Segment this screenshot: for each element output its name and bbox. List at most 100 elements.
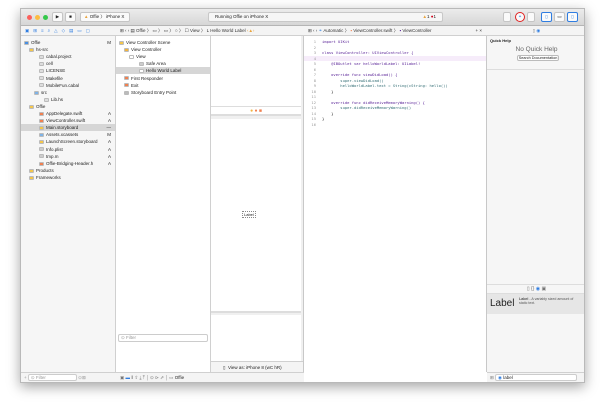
outline-item[interactable]: View Controller — [116, 46, 210, 53]
scheme-selector[interactable]: ▲ Offie 〉 iPhone X — [80, 12, 130, 22]
scm-status: M — [107, 40, 111, 45]
navigator-item[interactable]: hs-src — [21, 46, 115, 53]
jump-bar-file[interactable]: ViewController.swift — [353, 28, 392, 33]
file-icon — [44, 97, 49, 102]
navigator-item[interactable]: cabal.project — [21, 53, 115, 60]
navigator-item[interactable]: Frameworks — [21, 174, 115, 181]
file-icon — [29, 47, 34, 52]
source-code[interactable]: 1 import UIKit 2 3 class ViewController: UIV… — [304, 39, 486, 127]
navigator-item[interactable]: Offie M — [21, 39, 115, 46]
view-as-label[interactable]: View as: iPhone 8 (wC hR) — [228, 365, 282, 370]
outline-filter-input[interactable]: ⊙ Filter — [118, 334, 208, 342]
outline-item[interactable]: Exit — [116, 82, 210, 89]
outline-item[interactable]: First Responder — [116, 75, 210, 82]
item-label: hs-src — [36, 47, 49, 53]
code-text: import UIKit — [322, 39, 350, 44]
file-icon — [119, 40, 124, 45]
assistant-editor-button[interactable]: ⚭ — [515, 12, 525, 22]
item-label: Exit — [131, 82, 139, 88]
item-label: View — [136, 54, 146, 60]
hello-world-label[interactable]: Label — [242, 211, 256, 218]
jump-bar-label[interactable]: Hello World Label — [210, 28, 245, 33]
item-label: Offie-Bridging-Header.h — [46, 160, 94, 166]
file-icon — [39, 83, 44, 88]
outline-item[interactable]: Storyboard Entry Point — [116, 89, 210, 96]
navigator-selector-bar[interactable]: ▣⊞≡⌕△◇▤▭▢ — [21, 26, 116, 36]
jump-bar-automatic[interactable]: Automatic — [323, 28, 343, 33]
run-button[interactable]: ▶ — [52, 12, 63, 22]
library-item-label[interactable]: Label Label - A variably sized amount of… — [487, 294, 584, 314]
view-as-bar[interactable]: ▯ View as: iPhone 8 (wC hR) — [211, 361, 303, 372]
outline-item[interactable]: Safe Area — [116, 60, 210, 67]
interface-builder-canvas[interactable]: ● ● ■ Label ▯ View as: iPhone 8 (wC hR) — [211, 36, 304, 372]
library-item-desc: - A variably sized amount of static text… — [519, 297, 574, 305]
navigator-item[interactable]: LICENSE — [21, 67, 115, 74]
code-text: helloWorldLabel.text = String(cString: h… — [322, 83, 448, 88]
scene-dock: ● ● ■ — [211, 107, 301, 116]
code-editor[interactable]: 1 import UIKit 2 3 class ViewController: UIV… — [304, 36, 487, 372]
scene-bottom — [211, 315, 301, 361]
navigator-item[interactable]: Main.storyboard — — [21, 124, 115, 132]
toggle-navigator-button[interactable]: ▯ — [541, 12, 552, 22]
navigator-item[interactable]: cell — [21, 60, 115, 67]
standard-editor-button[interactable] — [503, 12, 511, 22]
navigator-item[interactable]: Info.plist A — [21, 146, 115, 153]
navigator-item[interactable]: ViewController.swift A — [21, 117, 115, 124]
toggle-debug-button[interactable]: ▭ — [554, 12, 565, 22]
zoom-button[interactable] — [43, 15, 48, 20]
library-filter-input[interactable]: ◉ label — [495, 374, 578, 382]
item-label: Info.plist — [46, 146, 63, 152]
scm-status: A — [107, 118, 111, 124]
code-text: } — [322, 110, 334, 116]
outline-item[interactable]: View — [116, 53, 210, 60]
navigator-filter-input[interactable]: ⊙ Filter — [27, 374, 77, 381]
scm-status: A — [107, 153, 111, 159]
navigator-item[interactable]: MobileFun.cabal — [21, 82, 115, 89]
navigator-item[interactable]: tmp.m A — [21, 153, 115, 160]
inspector-selector-bar[interactable]: ▯ ◉ — [487, 26, 584, 36]
code-text: override func viewDidLoad() { — [322, 72, 398, 77]
navigator-item[interactable]: Offie — [21, 103, 115, 110]
navigator-item[interactable]: Makefile — [21, 75, 115, 82]
search-documentation-button[interactable]: Search Documentation — [517, 55, 559, 61]
view-controller-icon[interactable]: ● — [250, 108, 253, 114]
library-selector-bar[interactable]: ▯ {} ◉ ▣ — [487, 284, 584, 294]
exit-icon[interactable]: ■ — [259, 108, 262, 114]
outline-item[interactable]: View Controller Scene — [116, 39, 210, 46]
file-icon — [29, 168, 34, 173]
navigator-item[interactable]: Offie-Bridging-Header.h A — [21, 160, 115, 167]
utilities-panel: Quick Help No Quick Help Search Document… — [487, 36, 584, 372]
stop-button[interactable]: ■ — [65, 12, 76, 22]
minimize-button[interactable] — [35, 15, 40, 20]
file-icon — [29, 175, 34, 180]
view-controller-scene[interactable]: Label — [211, 119, 301, 313]
toggle-utilities-button[interactable]: ▯ — [567, 12, 578, 22]
navigator-item[interactable]: Assets.xcassets M — [21, 131, 115, 138]
file-icon — [39, 118, 44, 123]
navigator-item[interactable]: src — [21, 89, 115, 96]
debug-bar[interactable]: ▣ ▬ ⦀ ⇧ ⤓ ⤒ │ ⊙ ⊳ ⇗ │ ▭ Offie — [116, 372, 304, 382]
scm-status: — — [106, 125, 112, 131]
jump-bar-class[interactable]: ViewController — [402, 28, 431, 33]
item-label: Safe Area — [146, 61, 166, 67]
scm-status: A — [107, 111, 111, 116]
status-text: Running Offie on iPhone X — [215, 14, 269, 19]
navigator-item[interactable]: LaunchScreen.storyboard A — [21, 138, 115, 145]
jump-bar-project[interactable]: Offie — [136, 28, 145, 33]
item-label: Offie — [36, 103, 46, 109]
navigator-item[interactable]: Lib.hs — [21, 96, 115, 103]
first-responder-icon[interactable]: ● — [254, 108, 257, 114]
outline-item[interactable]: Hello World Label — [116, 67, 210, 75]
item-label: First Responder — [131, 75, 164, 81]
close-button[interactable] — [27, 15, 32, 20]
code-text: @IBOutlet var helloWorldLabel: UILabel! — [322, 61, 421, 66]
device-name: iPhone X — [106, 14, 125, 19]
ib-jump-bar[interactable]: ⊞ ‹ › ▤ Offie 〉 ▭ 〉 ▭ 〉 ○ 〉 ☐ View 〉 L H… — [116, 26, 304, 36]
version-editor-button[interactable] — [527, 12, 535, 22]
file-icon — [39, 76, 44, 81]
jump-bar-view[interactable]: View — [190, 28, 200, 33]
code-jump-bar[interactable]: ⊞ ‹ › ⚭ Automatic 〉 ▪ ViewController.swi… — [304, 26, 487, 36]
issue-counts[interactable]: ▲1 ●1 — [423, 13, 436, 21]
navigator-item[interactable]: AppDelegate.swift A — [21, 110, 115, 117]
navigator-item[interactable]: Products — [21, 167, 115, 174]
